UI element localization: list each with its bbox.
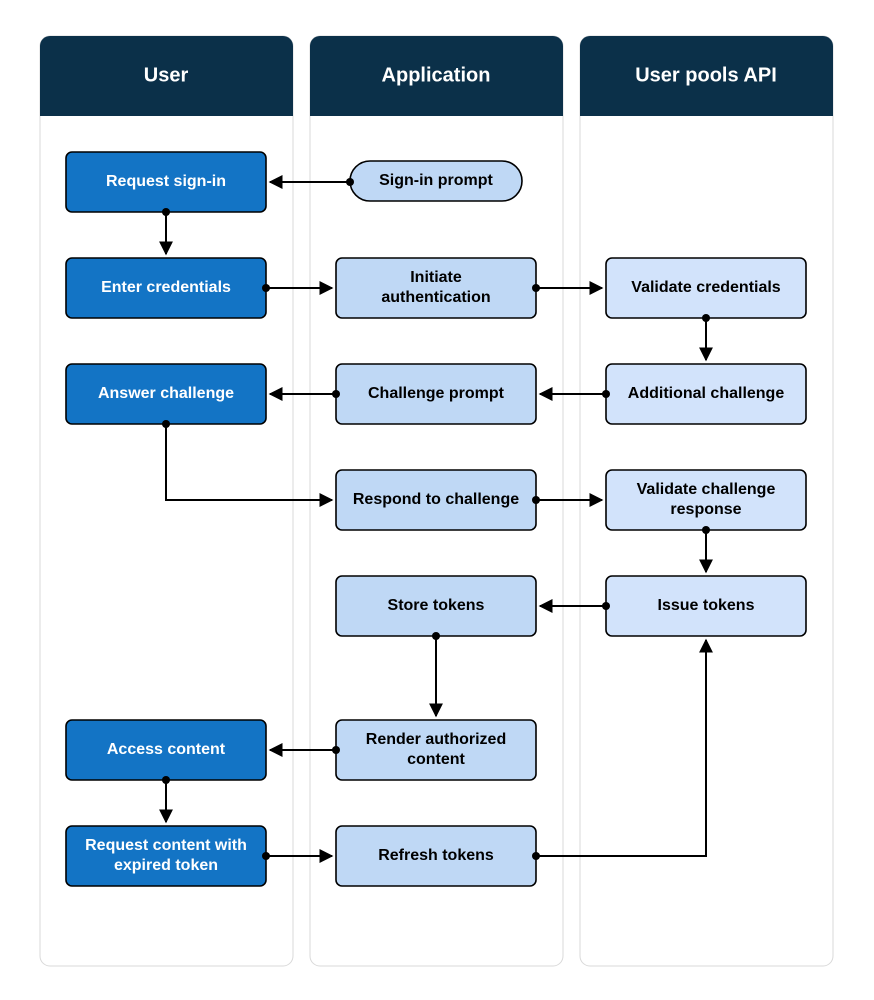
node-request-signin: Request sign-in	[66, 152, 266, 212]
render-authorized-content-label-1: Render authorized	[366, 731, 506, 748]
node-store-tokens: Store tokens	[336, 576, 536, 636]
access-content-label: Access content	[107, 741, 226, 758]
additional-challenge-label: Additional challenge	[628, 385, 785, 402]
sign-in-prompt-label: Sign-in prompt	[379, 172, 493, 189]
node-challenge-prompt: Challenge prompt	[336, 364, 536, 424]
node-additional-challenge: Additional challenge	[606, 364, 806, 424]
initiate-auth-label-2: authentication	[381, 289, 490, 306]
respond-to-challenge-label: Respond to challenge	[353, 491, 519, 508]
node-issue-tokens: Issue tokens	[606, 576, 806, 636]
validate-challenge-response-label-2: response	[670, 501, 741, 518]
request-expired-label-1: Request content with	[85, 837, 247, 854]
node-validate-challenge-response: Validate challenge response	[606, 470, 806, 530]
enter-credentials-label: Enter credentials	[101, 279, 231, 296]
validate-challenge-response-label-1: Validate challenge	[637, 481, 776, 498]
lane-user-title: User	[144, 64, 189, 86]
lane-app-title: Application	[382, 64, 491, 86]
initiate-auth-label-1: Initiate	[410, 269, 462, 286]
node-render-authorized-content: Render authorized content	[336, 720, 536, 780]
node-request-expired-token: Request content with expired token	[66, 826, 266, 886]
node-answer-challenge: Answer challenge	[66, 364, 266, 424]
node-initiate-auth: Initiate authentication	[336, 258, 536, 318]
node-access-content: Access content	[66, 720, 266, 780]
node-validate-credentials: Validate credentials	[606, 258, 806, 318]
lane-api-title: User pools API	[635, 64, 777, 86]
node-enter-credentials: Enter credentials	[66, 258, 266, 318]
store-tokens-label: Store tokens	[388, 597, 485, 614]
refresh-tokens-label: Refresh tokens	[378, 847, 494, 864]
request-expired-label-2: expired token	[114, 857, 218, 874]
validate-credentials-label: Validate credentials	[631, 279, 781, 296]
auth-flow-diagram: User Application User pools API Sign-in …	[0, 0, 874, 1000]
issue-tokens-label: Issue tokens	[658, 597, 755, 614]
node-sign-in-prompt: Sign-in prompt	[350, 161, 522, 201]
request-signin-label: Request sign-in	[106, 173, 226, 190]
node-respond-to-challenge: Respond to challenge	[336, 470, 536, 530]
challenge-prompt-label: Challenge prompt	[368, 385, 505, 402]
answer-challenge-label: Answer challenge	[98, 385, 234, 402]
node-refresh-tokens: Refresh tokens	[336, 826, 536, 886]
render-authorized-content-label-2: content	[407, 751, 465, 768]
